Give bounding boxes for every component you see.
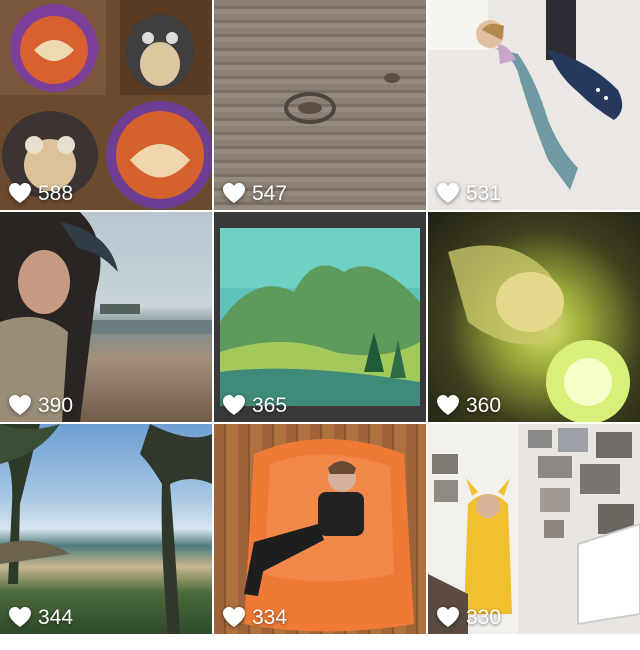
like-count-value: 360	[466, 393, 502, 417]
photo-watercolor-mountain	[214, 212, 426, 422]
like-count: 588	[8, 182, 73, 204]
photo-tile[interactable]: 344	[0, 424, 212, 634]
photo-tile[interactable]: 588	[0, 0, 212, 210]
like-count-value: 334	[252, 605, 288, 629]
like-count-value: 588	[38, 181, 74, 205]
photo-tile[interactable]: 547	[214, 0, 426, 210]
like-count-value: 390	[38, 393, 74, 417]
like-count: 531	[436, 182, 501, 204]
photo-tile[interactable]: 360	[428, 212, 640, 422]
photo-tile[interactable]: 365	[214, 212, 426, 422]
photo-fox-totoro-breads	[0, 0, 212, 210]
photo-woman-seaside-selfie	[0, 212, 212, 422]
heart-icon	[8, 394, 32, 416]
like-count: 330	[436, 606, 501, 628]
like-count: 360	[436, 394, 501, 416]
heart-icon	[8, 606, 32, 628]
like-count-value: 330	[466, 605, 502, 629]
heart-icon	[222, 606, 246, 628]
photo-tile[interactable]: 330	[428, 424, 640, 634]
photo-girl-glowing-lamp	[428, 212, 640, 422]
heart-icon	[436, 394, 460, 416]
photo-child-pikachu-costume	[428, 424, 640, 634]
photo-grid: 588 547 531 390 365 360 344 334 330	[0, 0, 640, 636]
photo-beach-trees-view	[0, 424, 212, 634]
photo-boy-orange-beanbag	[214, 424, 426, 634]
like-count: 365	[222, 394, 287, 416]
like-count-value: 365	[252, 393, 288, 417]
heart-icon	[8, 182, 32, 204]
like-count: 547	[222, 182, 287, 204]
like-count: 390	[8, 394, 73, 416]
photo-tile[interactable]: 334	[214, 424, 426, 634]
like-count: 334	[222, 606, 287, 628]
like-count-value: 344	[38, 605, 74, 629]
photo-girl-mermaid-blanket	[428, 0, 640, 210]
heart-icon	[222, 394, 246, 416]
heart-icon	[436, 182, 460, 204]
photo-wood-grain	[214, 0, 426, 210]
photo-tile[interactable]: 390	[0, 212, 212, 422]
like-count: 344	[8, 606, 73, 628]
heart-icon	[436, 606, 460, 628]
like-count-value: 531	[466, 181, 502, 205]
heart-icon	[222, 182, 246, 204]
photo-tile[interactable]: 531	[428, 0, 640, 210]
like-count-value: 547	[252, 181, 288, 205]
